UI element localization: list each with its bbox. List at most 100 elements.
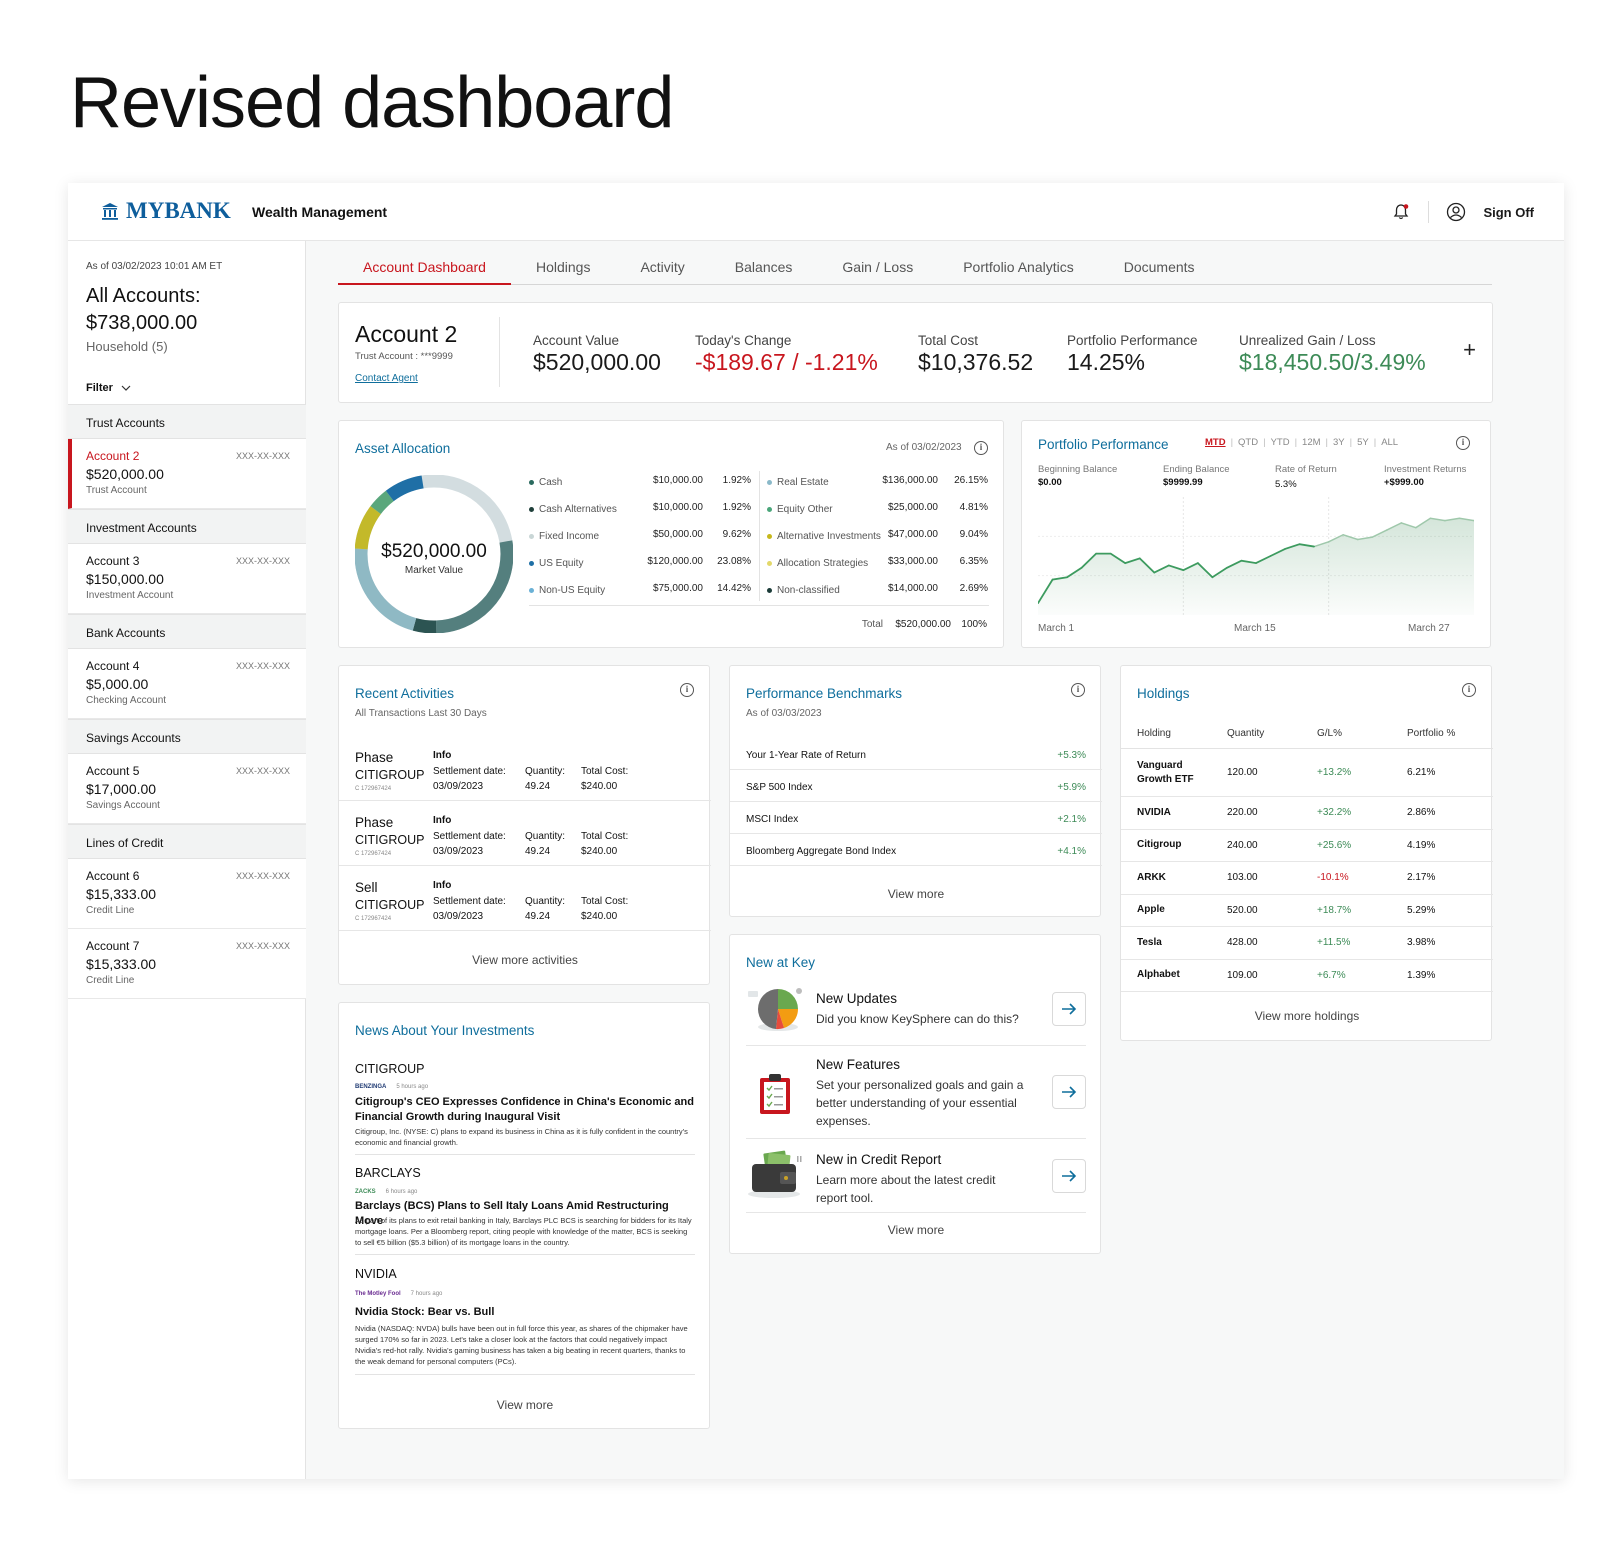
group-investment-accounts[interactable]: Investment Accounts bbox=[68, 509, 306, 544]
sidebar-account-6[interactable]: Account 6 $15,333.00 Credit Line XXX-XX-… bbox=[68, 859, 306, 929]
holding-quantity: 428.00 bbox=[1227, 937, 1258, 949]
page-heading: Revised dashboard bbox=[70, 63, 674, 143]
benchmark-value: +5.9% bbox=[1057, 782, 1086, 793]
group-savings-accounts[interactable]: Savings Accounts bbox=[68, 719, 306, 754]
holding-portfolio-pct: 3.98% bbox=[1407, 937, 1436, 949]
asset-class-pct: 9.04% bbox=[959, 529, 988, 540]
performance-area bbox=[1038, 518, 1474, 615]
legend-dot bbox=[529, 506, 534, 512]
holding-row[interactable]: Tesla 428.00 +11.5% 3.98% bbox=[1121, 927, 1493, 960]
item-description: Did you know KeySphere can do this? bbox=[816, 1012, 1019, 1026]
user-profile-icon[interactable] bbox=[1445, 201, 1467, 223]
news-meta: ZACKS 6 hours ago bbox=[355, 1189, 417, 1195]
holding-portfolio-pct: 1.39% bbox=[1407, 969, 1436, 981]
period-mtd[interactable]: MTD bbox=[1200, 437, 1231, 448]
sidebar-account-7[interactable]: Account 7 $15,333.00 Credit Line XXX-XX-… bbox=[68, 929, 306, 999]
benchmark-label: Your 1-Year Rate of Return bbox=[746, 750, 866, 761]
activity-row[interactable]: Sell CITIGROUP C 172967424 Info Settlemen… bbox=[339, 866, 711, 931]
legend-dot bbox=[767, 560, 772, 566]
holding-row[interactable]: ARKK 103.00 -10.1% 2.17% bbox=[1121, 862, 1493, 895]
metric-label: Total Cost bbox=[918, 333, 979, 348]
info-icon[interactable]: i bbox=[1071, 683, 1085, 697]
view-more-benchmarks-link[interactable]: View more bbox=[730, 887, 1102, 901]
asset-class-pct: 1.92% bbox=[722, 502, 751, 513]
contact-agent-link[interactable]: Contact Agent bbox=[355, 373, 418, 384]
as-of-timestamp: As of 03/02/2023 10:01 AM ET bbox=[86, 261, 223, 272]
activity-row[interactable]: Phase CITIGROUP C 172967424 Info Settleme… bbox=[339, 801, 711, 866]
tab-holdings[interactable]: Holdings bbox=[511, 251, 615, 285]
tab-gain-loss[interactable]: Gain / Loss bbox=[817, 251, 938, 285]
data-point bbox=[1066, 576, 1068, 579]
sidebar-account-2[interactable]: Account 2 $520,000.00 Trust Account XXX-… bbox=[68, 439, 306, 509]
group-bank-accounts[interactable]: Bank Accounts bbox=[68, 614, 306, 649]
tab-documents[interactable]: Documents bbox=[1099, 251, 1220, 285]
allocation-row: Alternative Investments bbox=[767, 529, 881, 543]
card-title: New at Key bbox=[746, 955, 816, 970]
data-point bbox=[1226, 567, 1228, 569]
qty-value: 49.24 bbox=[525, 911, 551, 922]
asset-class-label: Cash Alternatives bbox=[539, 503, 617, 515]
arrow-right-icon[interactable] bbox=[1052, 1159, 1086, 1193]
metric-label: Today's Change bbox=[695, 333, 792, 348]
sidebar-account-4[interactable]: Account 4 $5,000.00 Checking Account XXX… bbox=[68, 649, 306, 719]
tab-portfolio-analytics[interactable]: Portfolio Analytics bbox=[938, 251, 1099, 285]
new-features-item[interactable]: New Features Set your personalized goals… bbox=[746, 1047, 1086, 1139]
holding-row[interactable]: Apple 520.00 +18.7% 5.29% bbox=[1121, 895, 1493, 927]
column-header: Portfolio % bbox=[1407, 728, 1456, 739]
sign-off-button[interactable]: Sign Off bbox=[1483, 205, 1534, 220]
account-amount: $15,333.00 bbox=[86, 886, 157, 902]
info-icon[interactable]: i bbox=[1456, 436, 1470, 450]
group-lines-of-credit[interactable]: Lines of Credit bbox=[68, 824, 306, 859]
brand-logo[interactable]: MYBANK bbox=[100, 198, 231, 224]
divider bbox=[355, 1374, 695, 1375]
filter-dropdown[interactable]: Filter bbox=[86, 382, 131, 394]
news-headline[interactable]: Citigroup's CEO Expresses Confidence in … bbox=[355, 1095, 695, 1125]
arrow-right-icon[interactable] bbox=[1052, 1075, 1086, 1109]
info-icon[interactable]: i bbox=[680, 683, 694, 697]
sidebar-account-3[interactable]: Account 3 $150,000.00 Investment Account… bbox=[68, 544, 306, 614]
account-type: Credit Line bbox=[86, 975, 135, 986]
new-updates-item[interactable]: New Updates Did you know KeySphere can d… bbox=[746, 985, 1086, 1046]
allocation-row: Equity Other bbox=[767, 502, 833, 516]
view-more-holdings-link[interactable]: View more holdings bbox=[1121, 1009, 1493, 1023]
settle-label: Settlement date: bbox=[433, 766, 506, 777]
notification-bell-icon[interactable] bbox=[1390, 201, 1412, 223]
tab-activity[interactable]: Activity bbox=[615, 251, 709, 285]
activity-row[interactable]: Phase CITIGROUP C 172967424 Info Settleme… bbox=[339, 736, 711, 801]
new-in-credit-report-item[interactable]: New in Credit Report Learn more about th… bbox=[746, 1140, 1086, 1213]
view-more-news-link[interactable]: View more bbox=[339, 1398, 711, 1412]
activity-info: Info Settlement date: 03/09/2023 bbox=[433, 815, 506, 859]
info-icon[interactable]: i bbox=[974, 441, 988, 455]
holding-row[interactable]: Alphabet 109.00 +6.7% 1.39% bbox=[1121, 960, 1493, 992]
view-more-new-at-key-link[interactable]: View more bbox=[730, 1223, 1102, 1237]
period-qtd[interactable]: QTD bbox=[1233, 437, 1263, 448]
period-ytd[interactable]: YTD bbox=[1266, 437, 1295, 448]
divider bbox=[499, 317, 500, 387]
holding-portfolio-pct: 6.21% bbox=[1407, 767, 1436, 778]
holding-row[interactable]: NVIDIA 220.00 +32.2% 2.86% bbox=[1121, 797, 1493, 830]
arrow-right-icon[interactable] bbox=[1052, 992, 1086, 1026]
holding-row[interactable]: Vanguard Growth ETF 120.00 +13.2% 6.21% bbox=[1121, 749, 1493, 797]
news-headline[interactable]: Nvidia Stock: Bear vs. Bull bbox=[355, 1305, 695, 1320]
card-title: News About Your Investments bbox=[355, 1023, 535, 1038]
period-12m[interactable]: 12M bbox=[1297, 437, 1325, 448]
view-more-activities-link[interactable]: View more activities bbox=[339, 953, 711, 967]
info-icon[interactable]: i bbox=[1462, 683, 1476, 697]
data-point bbox=[1255, 562, 1257, 564]
account-summary-card: Account 2 Trust Account : ***9999 Contac… bbox=[338, 302, 1493, 403]
period-5y[interactable]: 5Y bbox=[1352, 437, 1374, 448]
tab-balances[interactable]: Balances bbox=[710, 251, 818, 285]
period-3y[interactable]: 3Y bbox=[1328, 437, 1350, 448]
period-all[interactable]: ALL bbox=[1376, 437, 1403, 448]
tab-account-dashboard[interactable]: Account Dashboard bbox=[338, 251, 511, 285]
total-label: Total bbox=[861, 619, 883, 630]
account-mask: XXX-XX-XXX bbox=[235, 661, 290, 671]
holding-row[interactable]: Citigroup 240.00 +25.6% 4.19% bbox=[1121, 830, 1493, 862]
sidebar-account-5[interactable]: Account 5 $17,000.00 Savings Account XXX… bbox=[68, 754, 306, 824]
account-type: Credit Line bbox=[86, 905, 135, 916]
group-trust-accounts[interactable]: Trust Accounts bbox=[68, 404, 306, 439]
divider bbox=[529, 605, 989, 606]
data-point bbox=[1400, 522, 1403, 524]
add-metric-button[interactable]: + bbox=[1463, 337, 1476, 363]
performance-benchmarks-card: Performance Benchmarks As of 03/03/2023 … bbox=[729, 665, 1102, 917]
